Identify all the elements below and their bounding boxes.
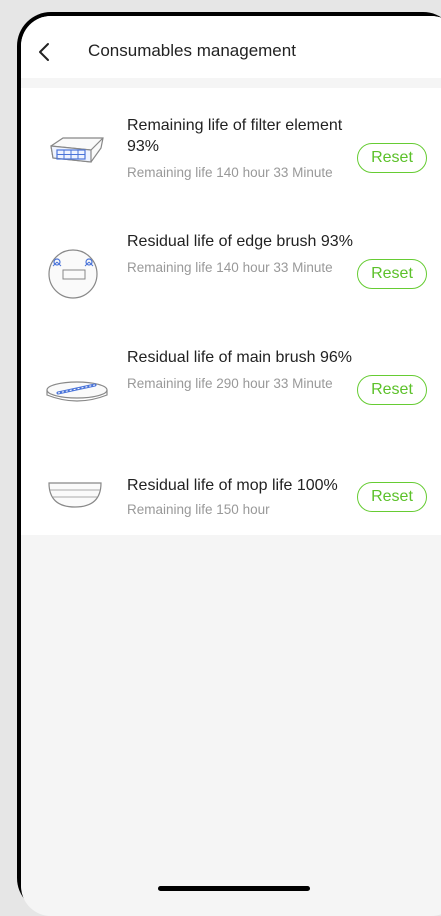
- item-subtitle: Remaining life 150 hour: [127, 502, 270, 517]
- item-title: Residual life of mop life 100%: [127, 477, 338, 494]
- item-subtitle: Remaining life 290 hour 33 Minute: [127, 376, 333, 391]
- item-title: Residual life of main brush 96%: [127, 349, 353, 366]
- item-text: Remaining life of filter element 93% Rem…: [127, 115, 355, 182]
- header-bar: Consumables management: [21, 16, 441, 78]
- reset-button-main-brush[interactable]: Reset: [357, 375, 427, 405]
- item-subtitle: Remaining life 140 hour 33 Minute: [127, 165, 333, 180]
- phone-frame: Consumables management Remaining life of…: [17, 12, 441, 916]
- item-text: Residual life of mop life 100% Remaining…: [127, 475, 367, 519]
- main-brush-icon: [43, 370, 115, 414]
- page-title: Consumables management: [88, 41, 296, 60]
- reset-button-mop[interactable]: Reset: [357, 482, 427, 512]
- consumables-list: Remaining life of filter element 93% Rem…: [21, 88, 441, 535]
- screen: Consumables management Remaining life of…: [21, 16, 441, 916]
- reset-button-filter[interactable]: Reset: [357, 143, 427, 173]
- item-text: Residual life of main brush 96% Remainin…: [127, 347, 355, 393]
- reset-button-edge-brush[interactable]: Reset: [357, 259, 427, 289]
- item-subtitle: Remaining life 140 hour 33 Minute: [127, 260, 333, 275]
- list-item-mop: Residual life of mop life 100% Remaining…: [21, 448, 441, 528]
- list-item-edge-brush: Residual life of edge brush 93% Remainin…: [21, 216, 441, 326]
- filter-element-icon: [43, 132, 115, 176]
- item-title: Residual life of edge brush 93%: [127, 233, 353, 250]
- item-text: Residual life of edge brush 93% Remainin…: [127, 231, 355, 277]
- edge-brush-icon: [43, 248, 115, 300]
- home-indicator: [158, 886, 310, 891]
- list-item-main-brush: Residual life of main brush 96% Remainin…: [21, 332, 441, 442]
- list-item-filter-element: Remaining life of filter element 93% Rem…: [21, 100, 441, 210]
- item-title: Remaining life of filter element 93%: [127, 117, 343, 155]
- mop-icon: [43, 473, 115, 517]
